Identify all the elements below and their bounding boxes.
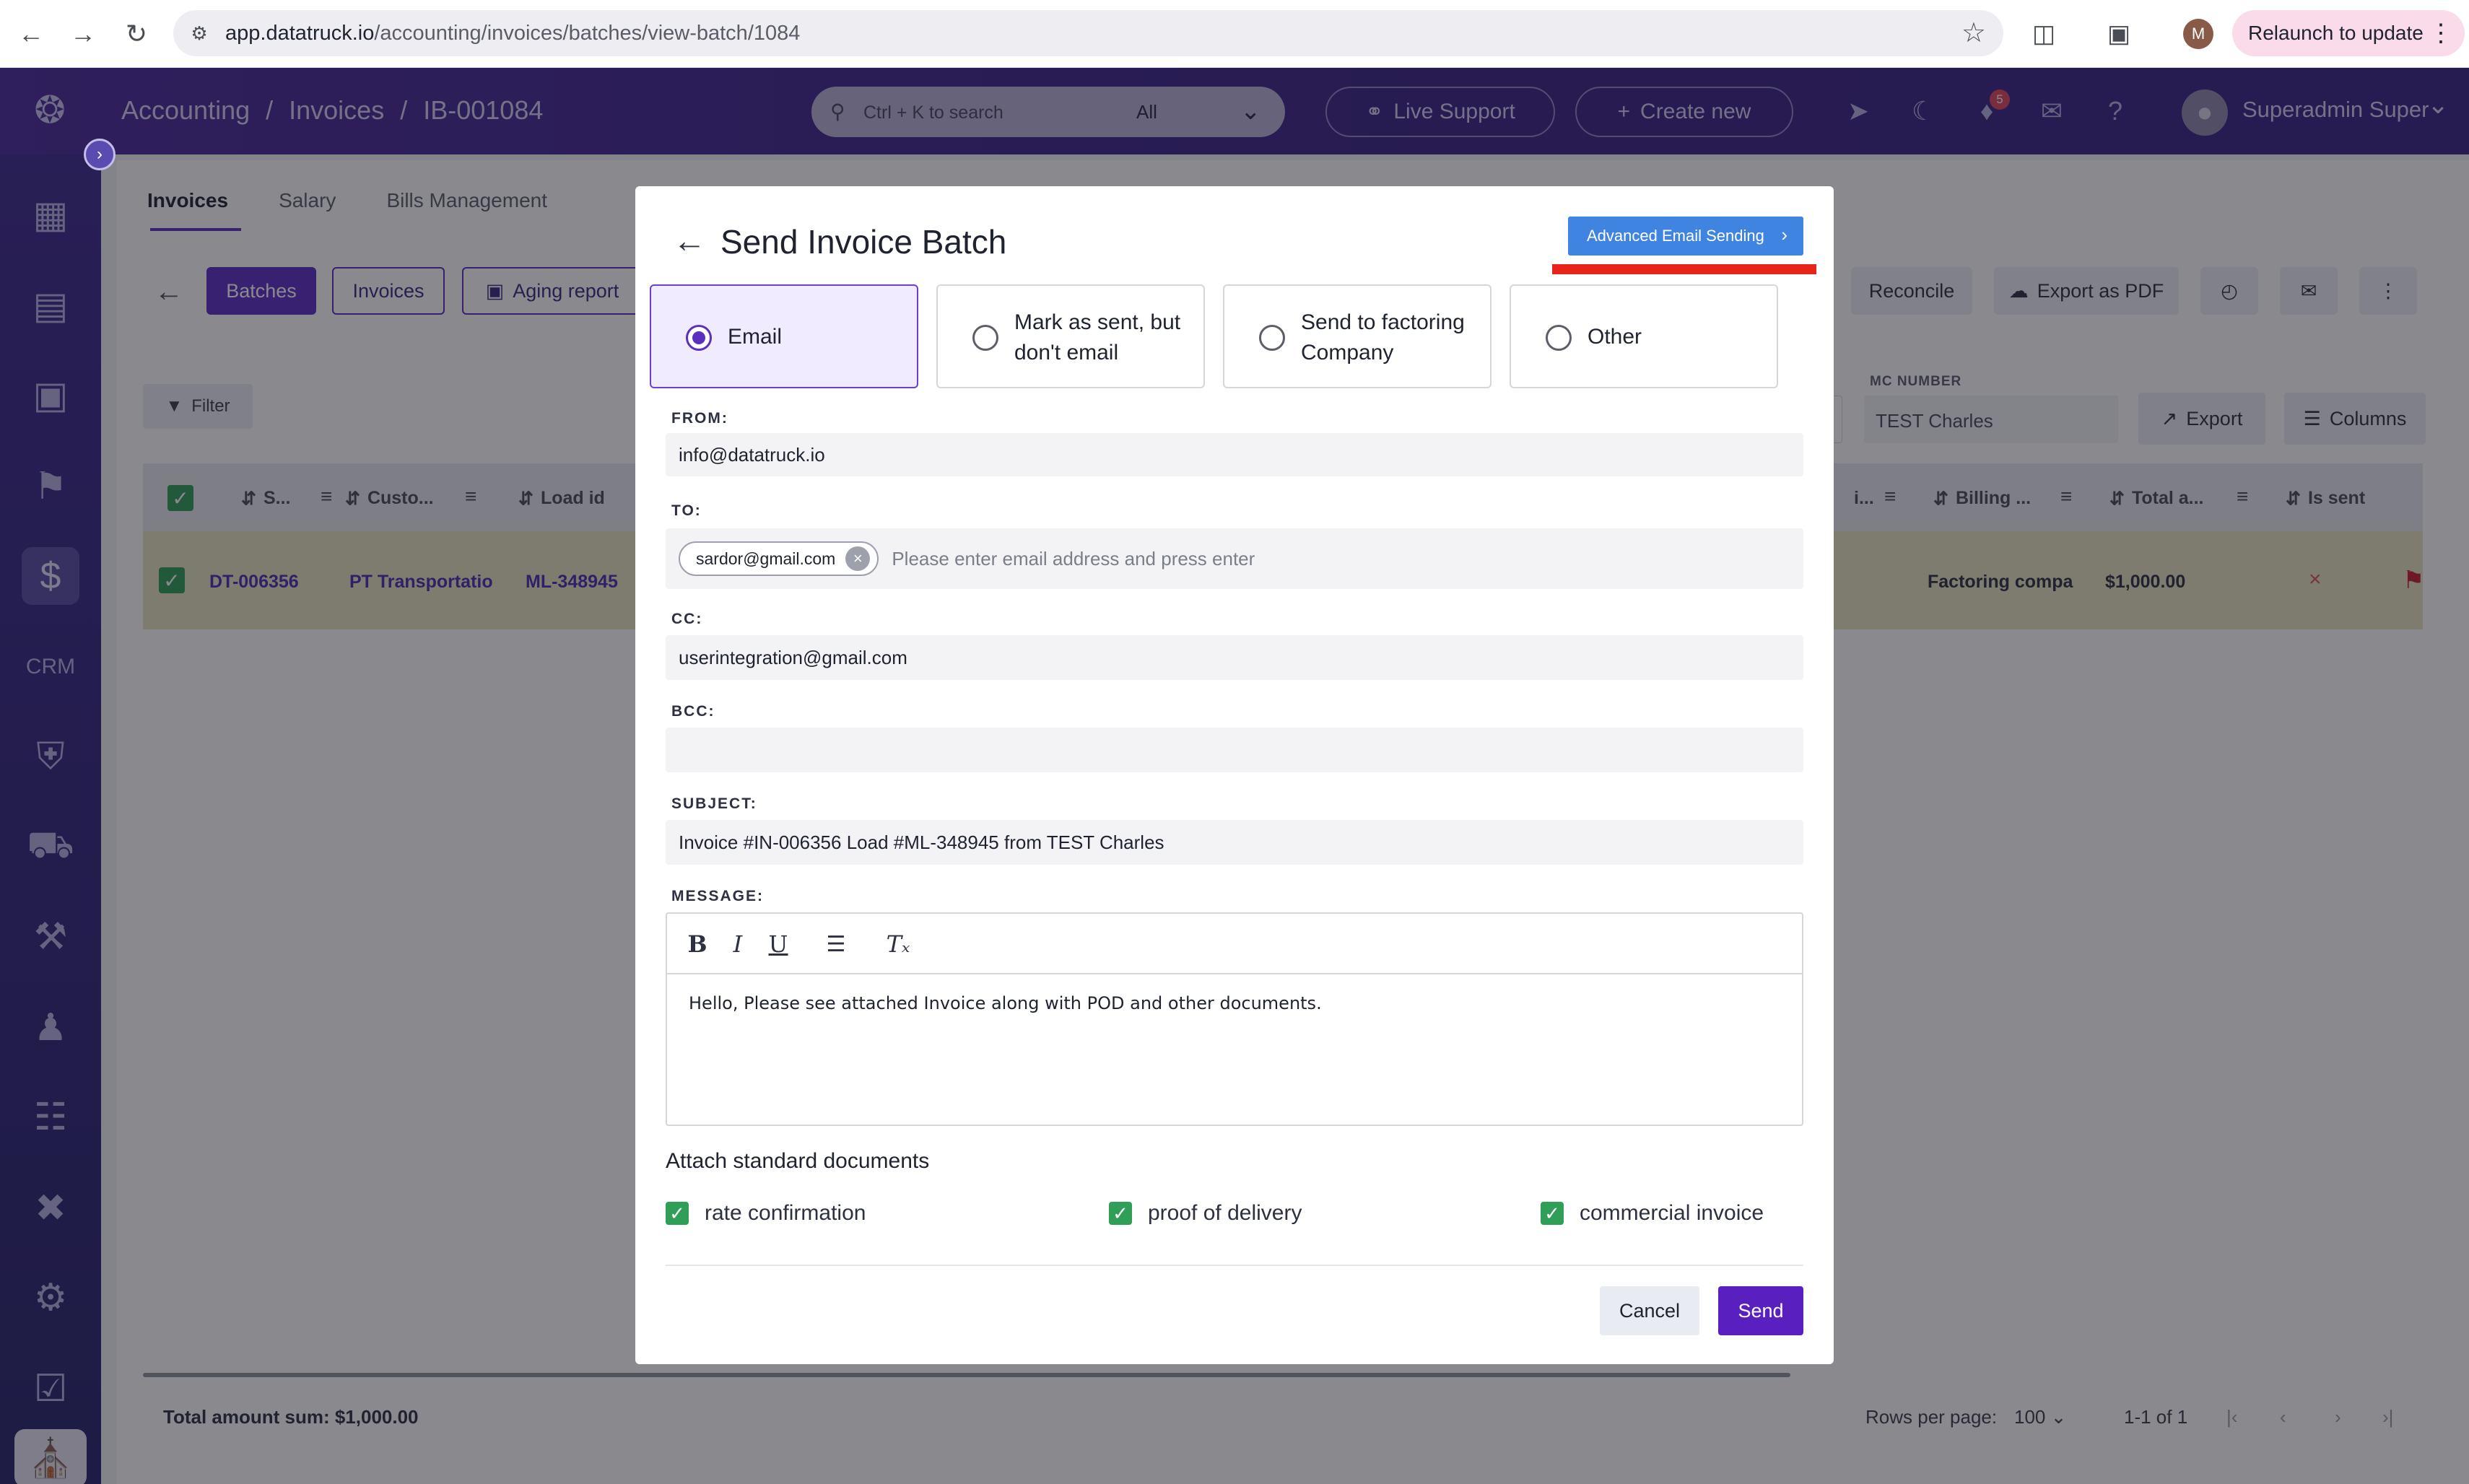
message-editor[interactable]: Hello, Please see attached Invoice along…: [666, 974, 1803, 1126]
bcc-field[interactable]: [666, 728, 1803, 772]
cancel-button[interactable]: Cancel: [1600, 1286, 1699, 1335]
italic-icon[interactable]: I: [723, 930, 752, 959]
option-label: Other: [1588, 325, 1642, 349]
message-label: MESSAGE:: [671, 888, 765, 904]
option-label: Send to factoring Company: [1301, 310, 1465, 365]
reload-icon[interactable]: ↻: [118, 16, 154, 52]
from-label: FROM:: [671, 410, 728, 427]
option-label: Email: [728, 325, 783, 349]
profile-avatar[interactable]: M: [2183, 19, 2213, 49]
site-settings-icon[interactable]: ⚙: [186, 20, 212, 46]
option-other[interactable]: Other: [1510, 284, 1778, 388]
dialog-back-icon[interactable]: ←: [673, 221, 706, 260]
bookmark-star-icon[interactable]: ☆: [1961, 19, 1986, 48]
radio-send-to-factoring[interactable]: [1259, 325, 1285, 351]
cast-icon[interactable]: ▣: [2101, 16, 2137, 52]
message-editor-toolbar: B I U ☰ Tₓ: [666, 912, 1803, 974]
radio-other[interactable]: [1546, 325, 1572, 351]
back-icon[interactable]: ←: [13, 16, 49, 52]
attach-commercial-invoice[interactable]: ✓ commercial invoice: [1541, 1201, 1764, 1226]
cc-field[interactable]: userintegration@gmail.com: [666, 635, 1803, 680]
forward-icon[interactable]: →: [65, 16, 101, 52]
browser-toolbar: ← → ↻ ⚙ app.datatruck.io/accounting/invo…: [0, 0, 2469, 68]
recipient-chip: sardor@gmail.com ×: [679, 541, 879, 576]
checkbox-proof-of-delivery[interactable]: ✓: [1109, 1202, 1132, 1225]
attach-documents-title: Attach standard documents: [666, 1149, 930, 1173]
clear-format-icon[interactable]: Tₓ: [884, 930, 913, 959]
sidebar-expand-toggle[interactable]: ›: [84, 139, 116, 170]
chevron-right-icon: ›: [1781, 224, 1787, 245]
underline-icon[interactable]: U: [764, 930, 793, 959]
to-field[interactable]: sardor@gmail.com × Please enter email ad…: [666, 528, 1803, 589]
option-send-to-factoring[interactable]: Send to factoring Company: [1223, 284, 1492, 388]
bcc-label: BCC:: [671, 703, 715, 720]
advanced-email-sending-button[interactable]: Advanced Email Sending ›: [1568, 217, 1803, 256]
url-path: /accounting/invoices/batches/view-batch/…: [374, 22, 801, 45]
radio-email[interactable]: [686, 325, 712, 351]
url-text: app.datatruck.io/accounting/invoices/bat…: [225, 20, 800, 46]
cc-label: CC:: [671, 611, 703, 627]
attach-proof-of-delivery[interactable]: ✓ proof of delivery: [1109, 1201, 1302, 1226]
from-field[interactable]: info@datatruck.io: [666, 433, 1803, 476]
option-email[interactable]: Email: [650, 284, 918, 388]
send-invoice-batch-dialog: ← Send Invoice Batch Advanced Email Send…: [635, 186, 1834, 1364]
attach-rate-confirmation[interactable]: ✓ rate confirmation: [666, 1201, 866, 1226]
bold-icon[interactable]: B: [683, 930, 712, 959]
checkbox-commercial-invoice[interactable]: ✓: [1541, 1202, 1564, 1225]
to-label: TO:: [671, 502, 702, 519]
remove-recipient-icon[interactable]: ×: [845, 546, 871, 571]
extensions-icon[interactable]: ◫: [2026, 16, 2062, 52]
checkbox-rate-confirmation[interactable]: ✓: [666, 1202, 689, 1225]
dialog-title: Send Invoice Batch: [720, 223, 1007, 261]
relaunch-label: Relaunch to update: [2248, 22, 2424, 44]
bullet-list-icon[interactable]: ☰: [822, 930, 850, 959]
advanced-email-sending-label: Advanced Email Sending: [1587, 227, 1764, 245]
url-domain: app.datatruck.io: [225, 22, 375, 45]
radio-mark-as-sent[interactable]: [972, 325, 998, 351]
recipient-chip-label: sardor@gmail.com: [696, 549, 836, 568]
attach-label: rate confirmation: [705, 1201, 866, 1225]
attach-label: commercial invoice: [1580, 1201, 1764, 1225]
option-label: Mark as sent, but don't email: [1014, 310, 1181, 365]
attach-label: proof of delivery: [1148, 1201, 1302, 1225]
subject-field[interactable]: Invoice #IN-006356 Load #ML-348945 from …: [666, 820, 1803, 865]
address-bar[interactable]: ⚙ app.datatruck.io/accounting/invoices/b…: [173, 10, 2003, 56]
relaunch-button[interactable]: Relaunch to update ⋮: [2232, 10, 2465, 56]
send-button[interactable]: Send: [1718, 1286, 1803, 1335]
annotation-underline: [1552, 264, 1816, 274]
option-mark-as-sent[interactable]: Mark as sent, but don't email: [936, 284, 1205, 388]
subject-label: SUBJECT:: [671, 795, 757, 812]
more-vert-icon: ⋮: [2429, 19, 2453, 47]
dialog-divider: [666, 1265, 1803, 1266]
to-placeholder: Please enter email address and press ent…: [892, 547, 1255, 569]
